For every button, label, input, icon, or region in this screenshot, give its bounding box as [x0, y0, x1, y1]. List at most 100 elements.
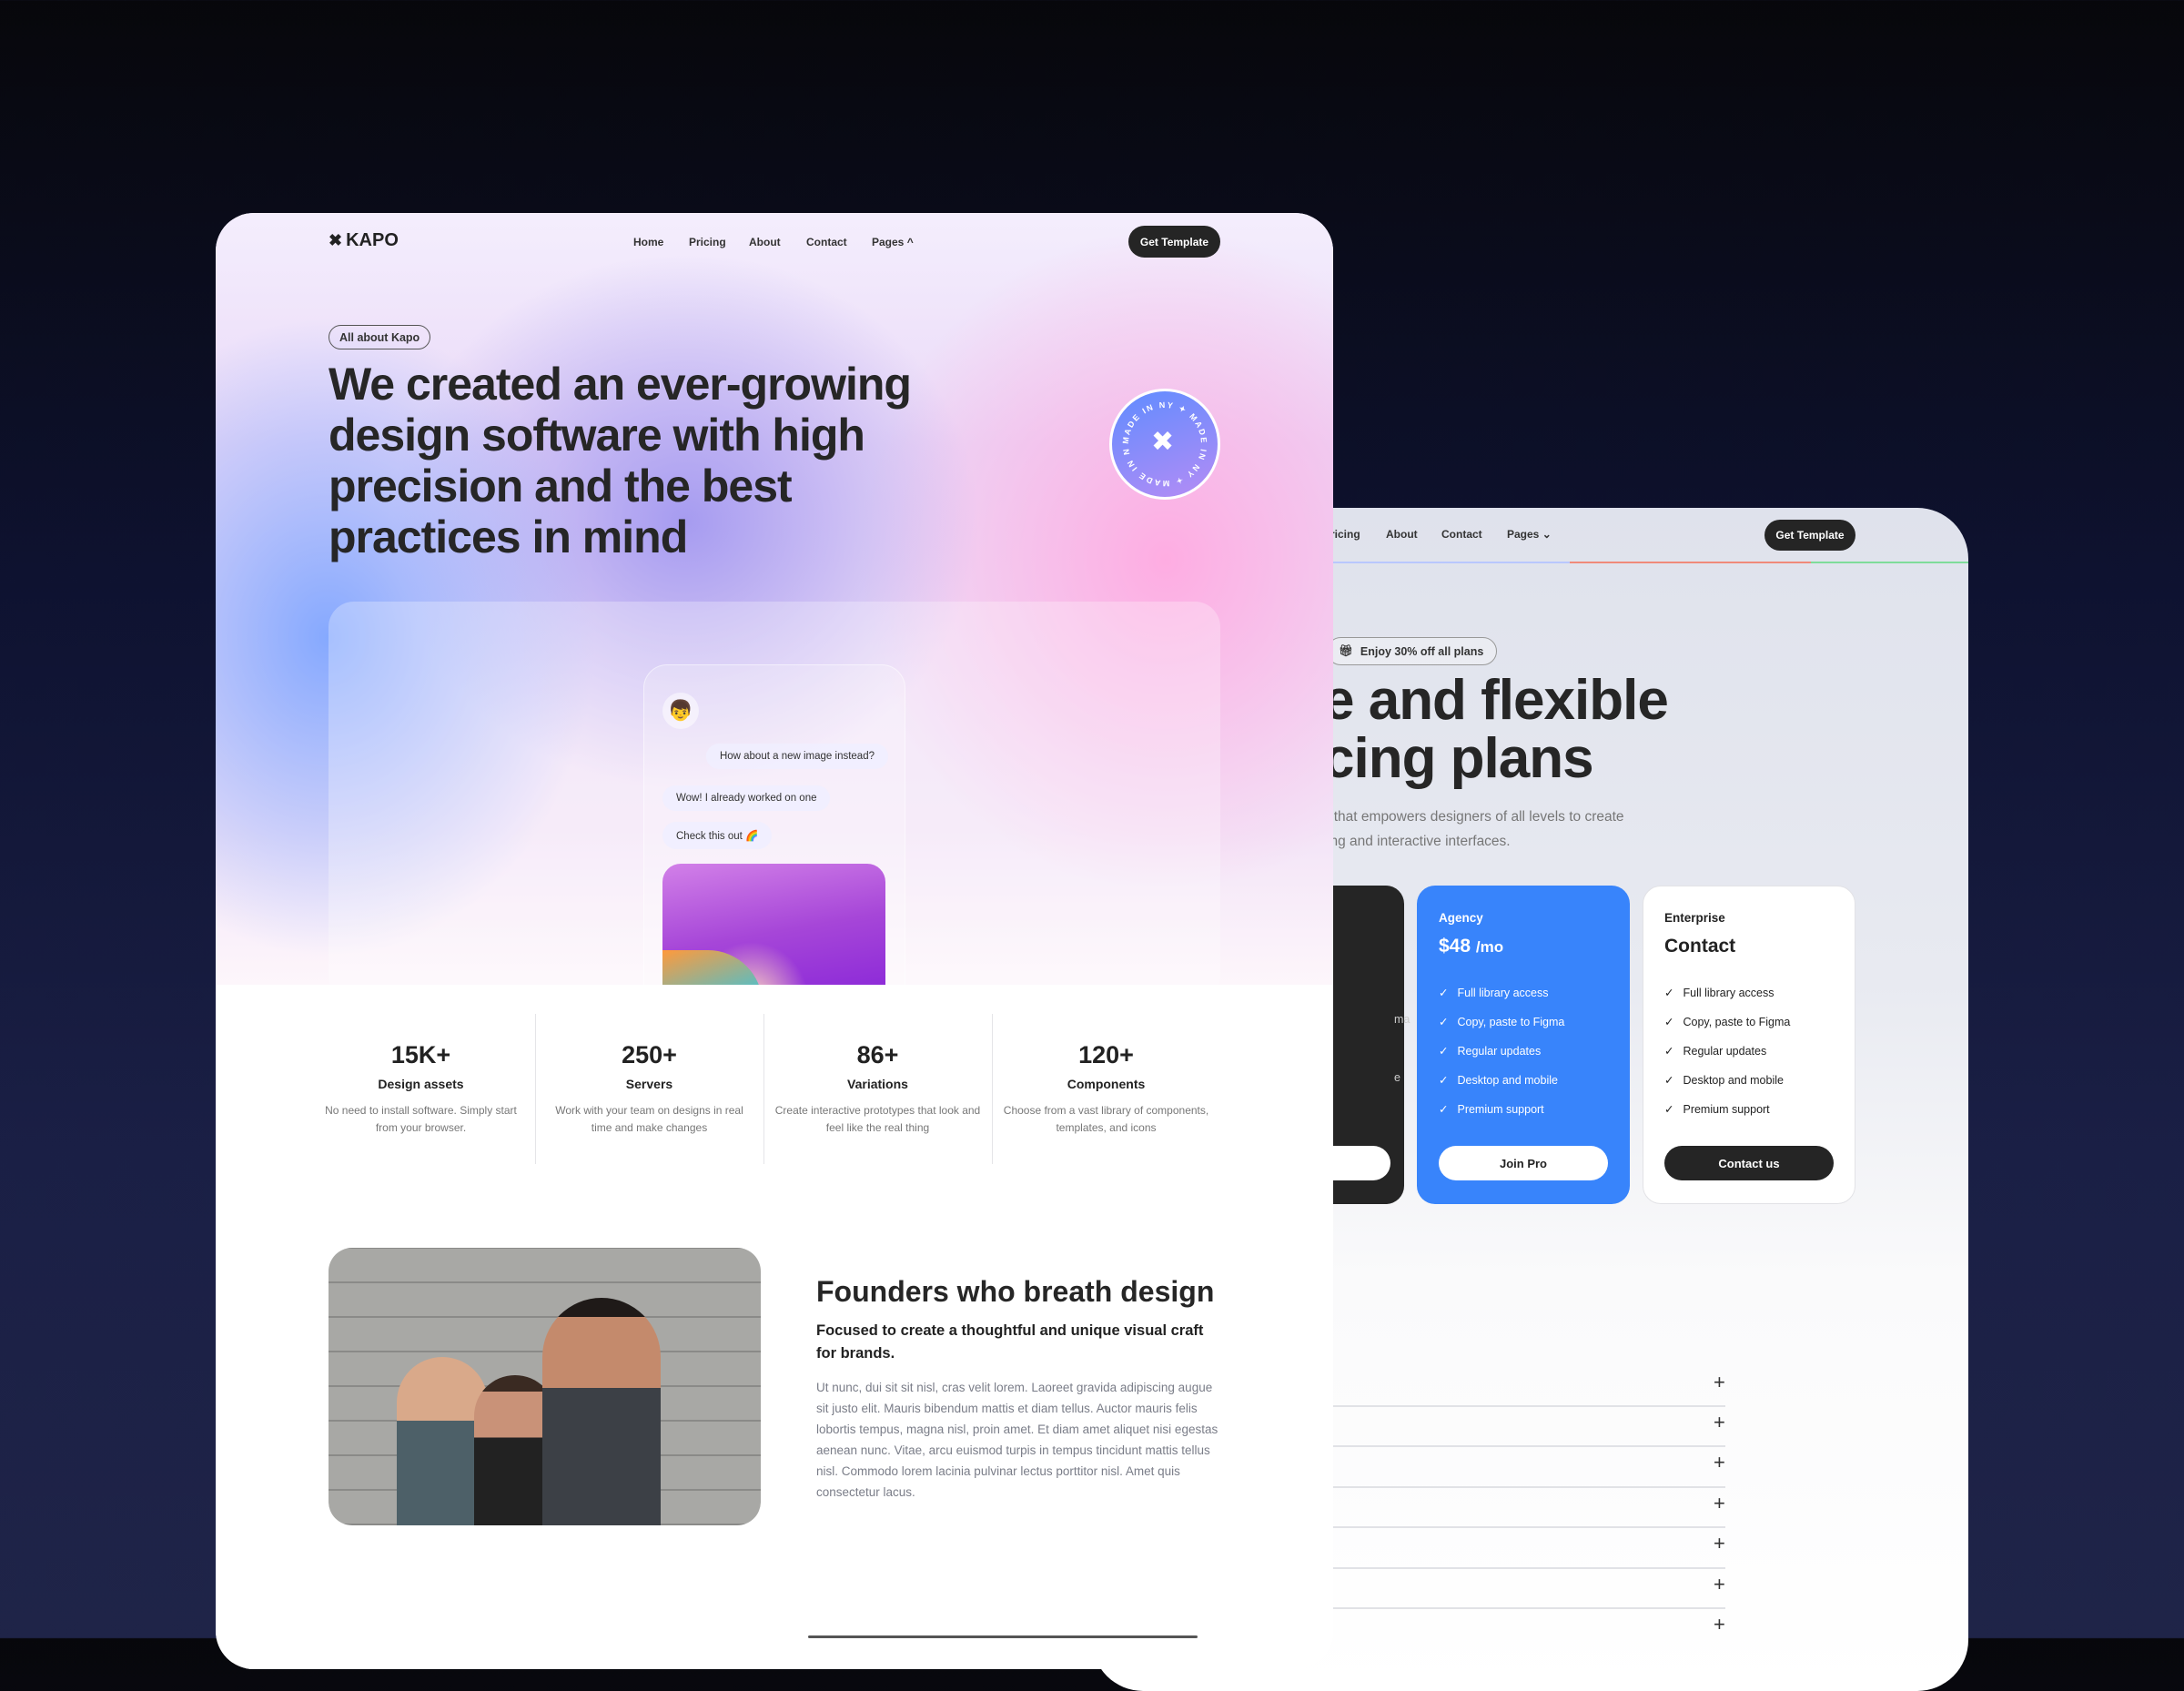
feature-text: Premium support — [1457, 1102, 1544, 1116]
heading-line: design software with high — [329, 410, 865, 461]
stat-value: 15K+ — [390, 1041, 451, 1068]
plan-name: Agency — [1439, 911, 1483, 925]
stat-desc: Work with your team on designs in real t… — [555, 1104, 743, 1134]
price-period: /mo — [1475, 938, 1504, 956]
founders-title: Founders who breath design — [816, 1275, 1215, 1308]
plus-icon[interactable]: + — [1714, 1453, 1725, 1473]
nav-about[interactable]: About — [749, 236, 781, 248]
feature-text: Copy, paste to Figma — [1457, 1015, 1565, 1028]
nav-contact[interactable]: Contact — [806, 236, 847, 248]
price-value: $48 — [1439, 936, 1471, 957]
feature-text: Desktop and mobile — [1457, 1073, 1558, 1087]
stat-desc: Create interactive prototypes that look … — [774, 1104, 981, 1134]
feature-text: ma — [1394, 1013, 1410, 1026]
plan-name: Enterprise — [1664, 911, 1725, 925]
chat-mockup: 👦 How about a new image instead? Wow! I … — [643, 664, 905, 1002]
stat-label: Design assets — [378, 1077, 464, 1091]
check-icon: ✓ — [1664, 1103, 1674, 1116]
stat-desc: Choose from a vast library of components… — [1003, 1104, 1209, 1134]
check-icon: ✓ — [1664, 987, 1674, 999]
faq-list: + + + + + + + — [1333, 1372, 1734, 1682]
join-pro-button[interactable]: Join Pro — [1439, 1146, 1608, 1180]
stat-value: 250+ — [622, 1041, 677, 1068]
chat-bubble-incoming: Wow! I already worked on one — [662, 785, 831, 811]
stat-item: 86+ Variations Create interactive prototyp… — [763, 1041, 992, 1137]
get-template-button[interactable]: Get Template — [1128, 226, 1220, 258]
pricing-card-enterprise: Enterprise Contact ✓ Full library access … — [1643, 886, 1855, 1204]
plus-icon[interactable]: + — [1714, 1575, 1725, 1595]
logo-text: KAPO — [346, 230, 399, 250]
feature-text: Full library access — [1457, 986, 1549, 999]
check-icon: ✓ — [1439, 1016, 1449, 1028]
about-badge: All about Kapo — [329, 325, 431, 349]
logo[interactable]: ✖︎ KAPO — [329, 230, 399, 251]
progress-segment — [1811, 562, 1968, 563]
heading-line: cing plans — [1323, 727, 1594, 790]
heading-line: We created an ever-growing — [329, 359, 912, 410]
faq-divider — [1333, 1445, 1725, 1447]
plus-icon[interactable]: + — [1714, 1494, 1725, 1514]
kapo-logo-icon: ✖︎ — [329, 231, 343, 249]
plus-icon[interactable]: + — [1714, 1615, 1725, 1635]
faq-divider — [1333, 1567, 1725, 1569]
about-page-preview: ✖︎ KAPO Home Pricing About Contact Pages … — [216, 213, 1333, 1669]
hero-heading: We created an ever-growing design softwa… — [329, 359, 912, 562]
feature-text: Copy, paste to Figma — [1683, 1015, 1791, 1028]
nav-pricing[interactable]: ricing — [1330, 528, 1360, 541]
nav-pages[interactable]: Pages ^ — [872, 236, 914, 248]
nav-pages[interactable]: Pages ⌄ — [1507, 528, 1552, 541]
chat-bubble-incoming: Check this out 🌈 — [662, 822, 773, 849]
nav-contact[interactable]: Contact — [1441, 528, 1482, 541]
heading-line: precision and the best — [329, 461, 793, 511]
subtitle-line: l that empowers designers of all levels … — [1327, 809, 1624, 825]
plus-icon[interactable]: + — [1714, 1534, 1725, 1554]
stat-value: 120+ — [1078, 1041, 1134, 1068]
gift-icon: 🎁︎ — [1339, 644, 1353, 657]
nav-pages-label: Pages — [1507, 528, 1540, 541]
feature-text: Desktop and mobile — [1683, 1073, 1784, 1087]
nav-home[interactable]: Home — [633, 236, 663, 248]
progress-segment — [1570, 562, 1811, 563]
pricing-card-agency: Agency $48 /mo ✓ Full library access ✓ Cop… — [1417, 886, 1630, 1204]
faq-divider — [1333, 1405, 1725, 1407]
check-icon: ✓ — [1664, 1016, 1674, 1028]
nav-about[interactable]: About — [1386, 528, 1418, 541]
plus-icon[interactable]: + — [1714, 1413, 1725, 1433]
faq-divider — [1333, 1526, 1725, 1528]
check-icon: ✓ — [1664, 1045, 1674, 1058]
feature-text: e — [1394, 1071, 1400, 1084]
founders-body: Ut nunc, dui sit sit nisl, cras velit lo… — [816, 1381, 1218, 1499]
check-icon: ✓ — [1664, 1074, 1674, 1087]
faq-divider — [1333, 1486, 1725, 1488]
check-icon: ✓ — [1439, 1045, 1449, 1058]
generated-image — [662, 864, 885, 1002]
stat-item: 250+ Servers Work with your team on design… — [535, 1041, 763, 1137]
hero-preview-panel: 👦 How about a new image instead? Wow! I … — [329, 602, 1220, 1002]
stat-item: 120+ Components Choose from a vast library… — [992, 1041, 1220, 1137]
kapo-logo-icon: ✖︎ — [1151, 427, 1175, 457]
badge-label: Enjoy 30% off all plans — [1360, 644, 1484, 658]
stat-label: Variations — [847, 1077, 908, 1091]
check-icon: ✓ — [1439, 1074, 1449, 1087]
stat-desc: No need to install software. Simply star… — [325, 1104, 517, 1134]
pricing-heading: e and flexible cing plans — [1323, 669, 1669, 790]
stat-label: Servers — [625, 1077, 673, 1091]
faq-divider — [1333, 1607, 1725, 1609]
heading-line: e and flexible — [1323, 669, 1669, 732]
heading-line: practices in mind — [329, 511, 688, 562]
contact-us-button[interactable]: Contact us — [1664, 1146, 1834, 1180]
subtitle-line: ing and interactive interfaces. — [1327, 834, 1511, 849]
person-figure — [542, 1298, 661, 1525]
plus-icon[interactable]: + — [1714, 1372, 1725, 1392]
made-in-ny-stamp: MADE IN NY ✦ MADE IN NY ✦ MADE IN NY ✦ ✖… — [1109, 389, 1220, 500]
plan-price: $48 /mo — [1439, 936, 1503, 957]
check-icon: ✓ — [1439, 1103, 1449, 1116]
stat-item: 15K+ Design assets No need to install soft… — [307, 1041, 535, 1137]
plan-price: Contact — [1664, 936, 1736, 957]
feature-text: Regular updates — [1457, 1044, 1542, 1058]
get-template-button[interactable]: Get Template — [1764, 520, 1855, 551]
nav-pricing[interactable]: Pricing — [689, 236, 726, 248]
avatar: 👦 — [662, 693, 699, 729]
chat-bubble-outgoing: How about a new image instead? — [705, 744, 888, 769]
feature-text: Regular updates — [1683, 1044, 1767, 1058]
